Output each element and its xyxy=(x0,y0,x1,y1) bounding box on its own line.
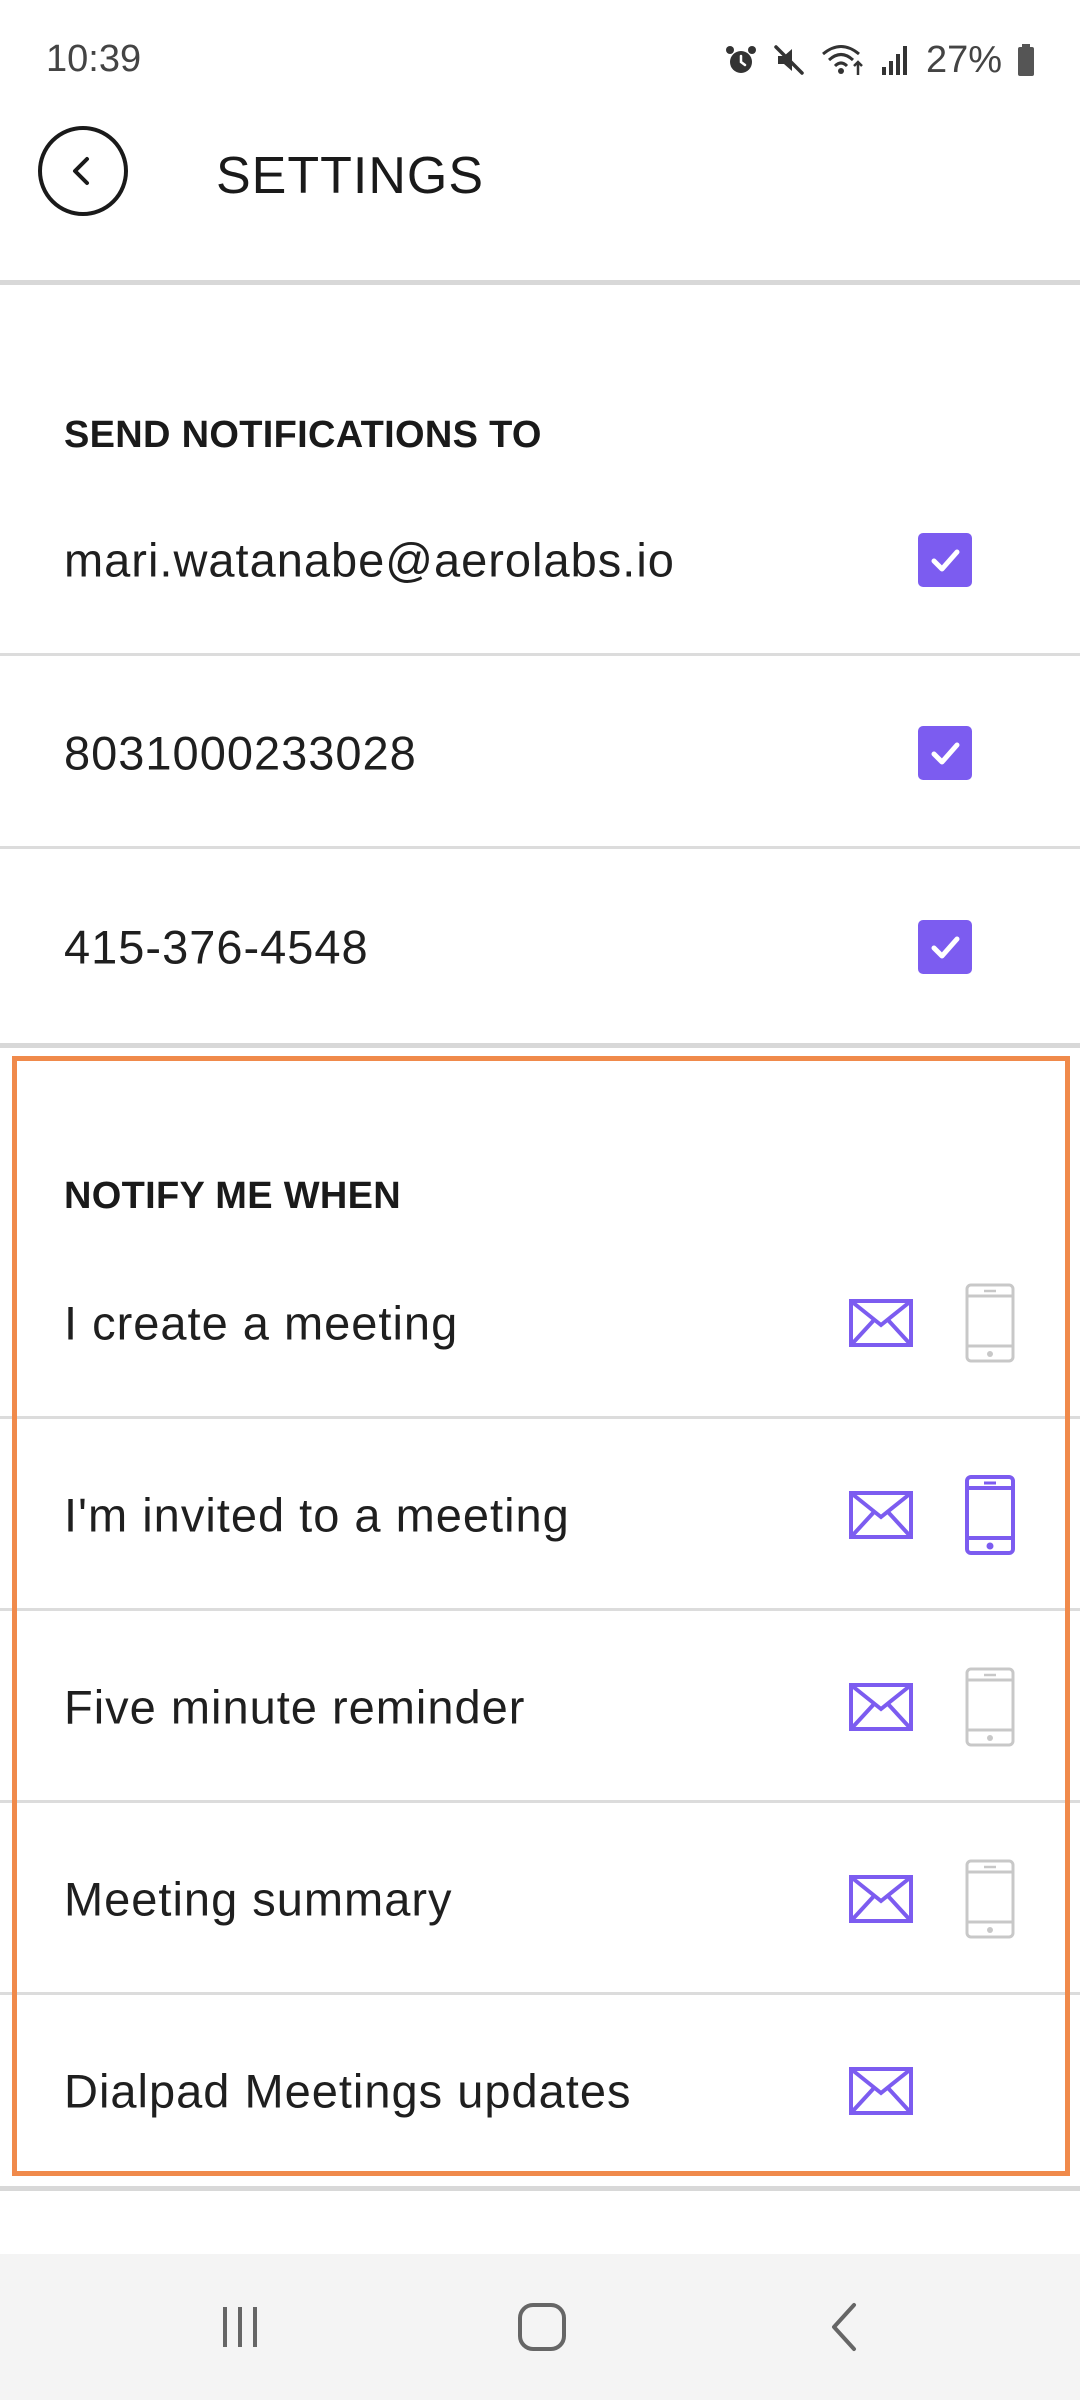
notification-target-checkbox[interactable] xyxy=(918,533,972,587)
home-icon xyxy=(518,2303,566,2351)
notify-event-row: Dialpad Meetings updates xyxy=(0,1995,1080,2187)
notification-target-label: 8031000233028 xyxy=(64,726,417,780)
notify-event-row: Meeting summary xyxy=(0,1803,1080,1995)
status-time: 10:39 xyxy=(46,38,142,80)
email-toggle-icon[interactable] xyxy=(848,1682,914,1732)
notification-target-row[interactable]: 8031000233028 xyxy=(0,657,1080,849)
page-title: SETTINGS xyxy=(216,147,485,205)
notification-target-row[interactable]: mari.watanabe@aerolabs.io xyxy=(0,464,1080,656)
row-divider xyxy=(0,846,1080,849)
notify-event-row: I'm invited to a meeting xyxy=(0,1419,1080,1611)
signal-icon xyxy=(881,46,907,75)
recents-icon xyxy=(223,2307,257,2347)
notify-me-when-heading: NOTIFY ME WHEN xyxy=(64,1175,402,1217)
checkmark-icon xyxy=(931,936,960,959)
phone-toggle-icon[interactable] xyxy=(964,1474,1016,1556)
section-divider xyxy=(0,2186,1080,2191)
send-notifications-heading: SEND NOTIFICATIONS TO xyxy=(64,414,542,456)
recents-button[interactable] xyxy=(200,2294,280,2360)
email-toggle-icon[interactable] xyxy=(848,1490,914,1540)
battery-percent: 27% xyxy=(925,38,1002,81)
back-button[interactable] xyxy=(38,126,128,216)
notification-target-label: mari.watanabe@aerolabs.io xyxy=(64,533,675,587)
notification-target-row[interactable]: 415-376-4548 xyxy=(0,851,1080,1043)
notification-target-label: 415-376-4548 xyxy=(64,920,369,974)
wifi-icon xyxy=(821,45,863,75)
notify-event-label: Five minute reminder xyxy=(64,1680,526,1734)
notify-event-row: Five minute reminder xyxy=(0,1611,1080,1803)
notify-event-label: I create a meeting xyxy=(64,1296,459,1350)
home-button[interactable] xyxy=(502,2294,582,2360)
email-toggle-icon[interactable] xyxy=(848,1874,914,1924)
notify-event-label: Dialpad Meetings updates xyxy=(64,2064,632,2118)
row-divider xyxy=(0,653,1080,656)
phone-toggle-icon[interactable] xyxy=(964,1666,1016,1748)
nav-back-button[interactable] xyxy=(806,2294,886,2360)
notification-target-checkbox[interactable] xyxy=(918,920,972,974)
chevron-left-icon xyxy=(73,157,89,185)
email-toggle-icon[interactable] xyxy=(848,2066,914,2116)
app-header: SETTINGS xyxy=(0,120,1080,280)
status-bar: 10:39 27% xyxy=(0,0,1080,120)
notify-event-label: I'm invited to a meeting xyxy=(64,1488,570,1542)
notify-event-row: I create a meeting xyxy=(0,1227,1080,1419)
phone-toggle-icon[interactable] xyxy=(964,1858,1016,1940)
back-icon xyxy=(832,2303,856,2351)
notify-event-label: Meeting summary xyxy=(64,1872,453,1926)
section-divider xyxy=(0,1043,1080,1048)
phone-toggle-icon[interactable] xyxy=(964,1282,1016,1364)
header-divider xyxy=(0,280,1080,285)
battery-icon xyxy=(1018,44,1034,76)
status-icons: 27% xyxy=(724,36,1036,84)
alarm-icon xyxy=(725,46,756,73)
mute-icon xyxy=(774,45,804,75)
checkmark-icon xyxy=(931,549,960,572)
notification-target-checkbox[interactable] xyxy=(918,726,972,780)
checkmark-icon xyxy=(931,742,960,765)
email-toggle-icon[interactable] xyxy=(848,1298,914,1348)
system-nav-bar xyxy=(0,2254,1080,2400)
